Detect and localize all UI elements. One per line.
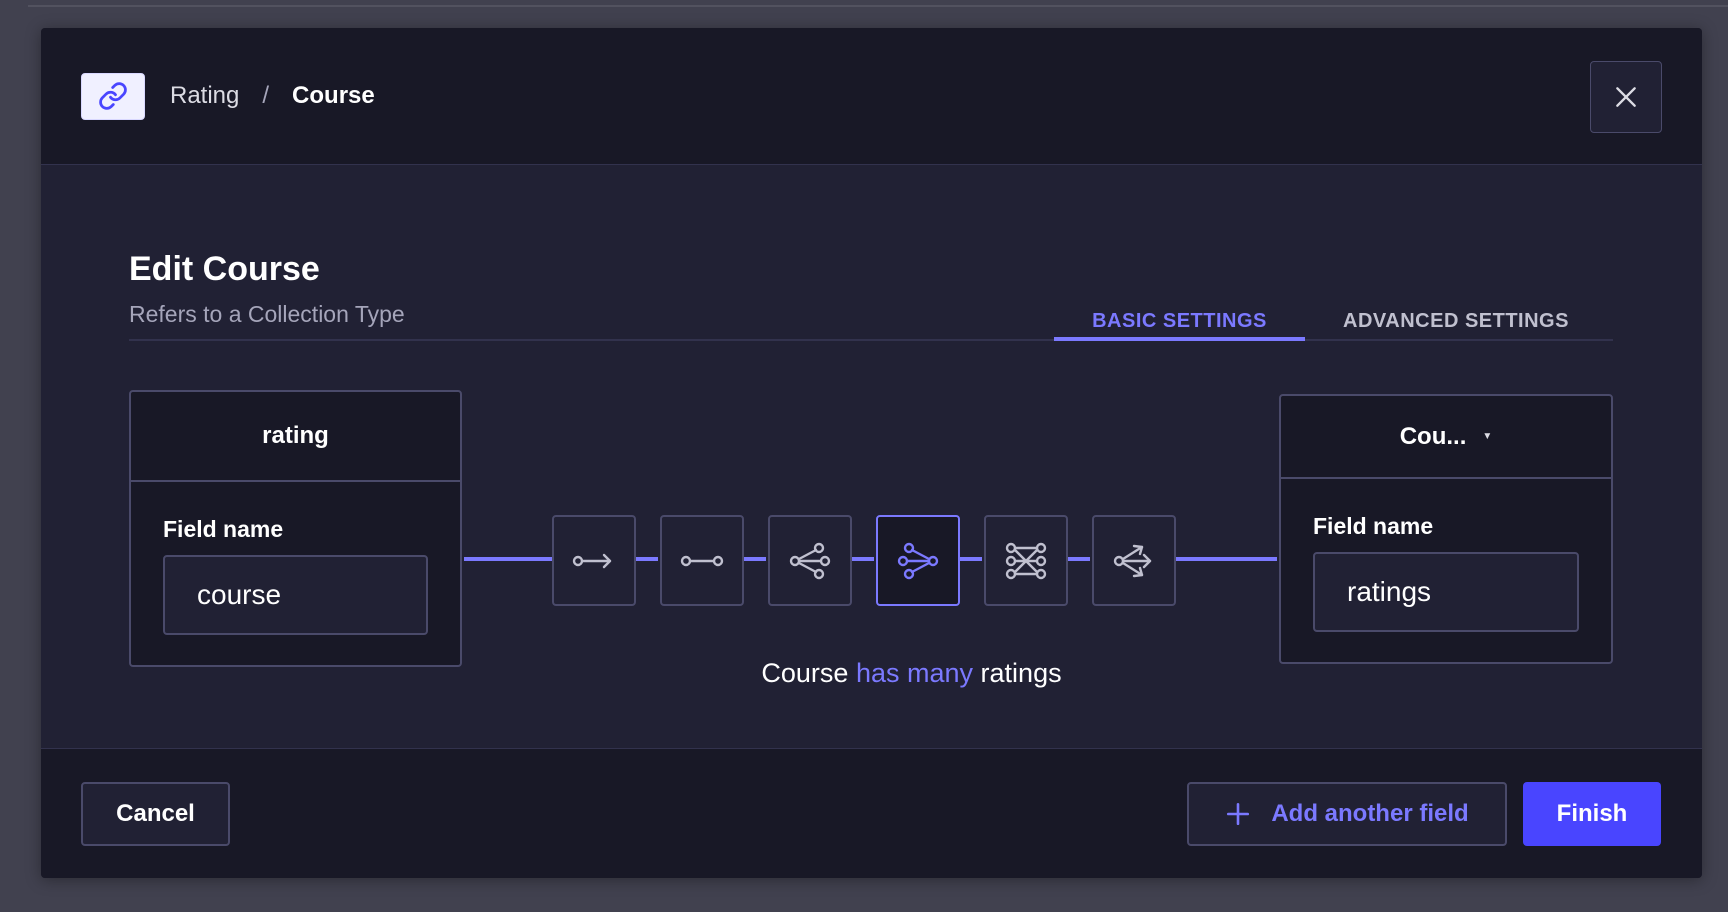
relation-connector xyxy=(850,557,874,561)
many-to-many-icon xyxy=(1005,542,1047,579)
relation-one-to-one-button[interactable] xyxy=(660,515,744,606)
breadcrumb-separator: / xyxy=(262,82,270,109)
relation-many-way-button[interactable] xyxy=(1092,515,1176,606)
relation-connector xyxy=(1174,557,1277,561)
relation-description-start: Course xyxy=(761,658,849,688)
tab-basic-settings[interactable]: BASIC SETTINGS xyxy=(1054,278,1305,341)
breadcrumb-current: Course xyxy=(292,82,375,109)
relation-connector xyxy=(464,557,552,561)
target-field-label: Field name xyxy=(1313,513,1434,539)
close-icon xyxy=(1616,87,1636,107)
add-another-field-label: Add another field xyxy=(1271,800,1469,827)
target-content-type-box: Cou... ▼ Field name ratings xyxy=(1279,394,1613,664)
modal-footer: Cancel Add another field Finish xyxy=(41,748,1702,878)
source-field-name-input[interactable]: course xyxy=(163,555,428,635)
modal-header: Rating / Course xyxy=(41,28,1702,165)
relation-one-to-many-button[interactable] xyxy=(768,515,852,606)
close-button[interactable] xyxy=(1590,61,1662,133)
breadcrumb-parent: Rating xyxy=(170,82,240,109)
one-to-one-icon xyxy=(680,555,724,566)
modal-subtitle: Refers to a Collection Type xyxy=(129,301,405,327)
relation-connector xyxy=(634,557,658,561)
relation-description-highlight: has many xyxy=(855,658,974,688)
relation-connector xyxy=(742,557,766,561)
plus-icon xyxy=(1225,801,1251,827)
source-content-type-title: rating xyxy=(131,392,460,482)
modal-title: Edit Course xyxy=(129,250,320,288)
target-content-type-title: Cou... xyxy=(1399,422,1467,450)
cancel-button[interactable]: Cancel xyxy=(81,782,230,846)
relation-many-to-many-button[interactable] xyxy=(984,515,1068,606)
relation-one-way-button[interactable] xyxy=(552,515,636,606)
target-content-type-select[interactable]: Cou... ▼ xyxy=(1281,396,1611,479)
link-icon xyxy=(81,72,145,120)
relation-connector xyxy=(1066,557,1090,561)
background-divider xyxy=(28,5,1728,7)
add-another-field-button[interactable]: Add another field xyxy=(1187,782,1507,846)
chevron-down-icon: ▼ xyxy=(1482,431,1493,442)
relation-description: Course has many ratings xyxy=(600,658,1223,689)
one-to-many-icon xyxy=(789,542,831,579)
relation-connector xyxy=(958,557,982,561)
source-field-label: Field name xyxy=(163,516,284,542)
relation-many-to-one-button[interactable] xyxy=(876,515,960,606)
target-field-name-input[interactable]: ratings xyxy=(1313,552,1579,632)
relation-description-end: ratings xyxy=(980,658,1062,688)
edit-relation-modal: Rating / Course Edit Course Refers to a … xyxy=(41,28,1702,878)
one-way-icon xyxy=(572,553,612,568)
source-content-type-box: rating Field name course xyxy=(129,390,462,667)
many-way-icon xyxy=(1113,544,1152,577)
finish-button[interactable]: Finish xyxy=(1523,782,1661,846)
many-to-one-icon xyxy=(897,542,939,579)
tab-advanced-settings[interactable]: ADVANCED SETTINGS xyxy=(1305,278,1607,341)
